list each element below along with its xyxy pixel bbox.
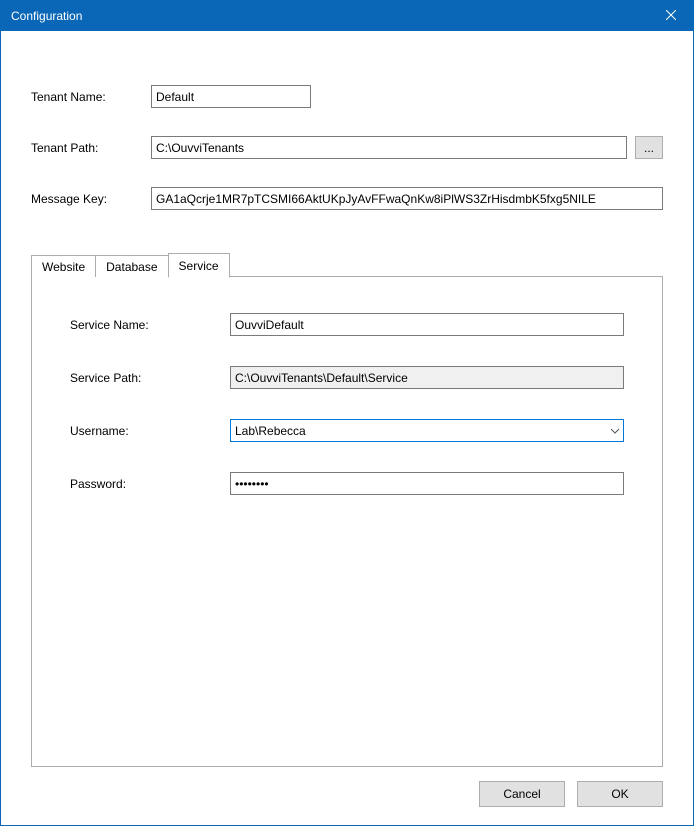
ellipsis-icon: ...: [644, 141, 654, 155]
close-button[interactable]: [648, 1, 693, 31]
username-row: Username:: [70, 419, 624, 442]
message-key-input[interactable]: [151, 187, 663, 210]
username-label: Username:: [70, 424, 230, 438]
message-key-label: Message Key:: [31, 192, 151, 206]
tabs-area: Website Database Service Service Name: S…: [31, 252, 663, 767]
password-row: Password:: [70, 472, 624, 495]
window-title: Configuration: [11, 9, 82, 23]
tab-strip: Website Database Service: [31, 252, 663, 276]
password-label: Password:: [70, 477, 230, 491]
browse-button[interactable]: ...: [635, 136, 663, 159]
titlebar: Configuration: [1, 1, 693, 31]
tab-website[interactable]: Website: [31, 255, 96, 277]
password-input[interactable]: [230, 472, 624, 495]
cancel-button[interactable]: Cancel: [479, 781, 565, 807]
service-name-input[interactable]: [230, 313, 624, 336]
service-name-row: Service Name:: [70, 313, 624, 336]
tenant-path-input[interactable]: [151, 136, 627, 159]
tenant-name-label: Tenant Name:: [31, 90, 151, 104]
service-path-input: [230, 366, 624, 389]
username-input[interactable]: [230, 419, 624, 442]
tab-database[interactable]: Database: [95, 255, 168, 277]
username-combo[interactable]: [230, 419, 624, 442]
tenant-path-label: Tenant Path:: [31, 141, 151, 155]
tenant-name-row: Tenant Name:: [31, 85, 663, 108]
service-path-row: Service Path:: [70, 366, 624, 389]
service-name-label: Service Name:: [70, 318, 230, 332]
tab-panel-service: Service Name: Service Path: Username:: [31, 276, 663, 767]
dialog-buttons: Cancel OK: [31, 781, 663, 807]
message-key-row: Message Key:: [31, 187, 663, 210]
service-path-label: Service Path:: [70, 371, 230, 385]
tenant-name-input[interactable]: [151, 85, 311, 108]
configuration-dialog: Configuration Tenant Name: Tenant Path: …: [0, 0, 694, 826]
dialog-content: Tenant Name: Tenant Path: ... Message Ke…: [1, 31, 693, 825]
tenant-path-row: Tenant Path: ...: [31, 136, 663, 159]
close-icon: [666, 9, 676, 23]
tab-service[interactable]: Service: [168, 253, 230, 278]
ok-button[interactable]: OK: [577, 781, 663, 807]
